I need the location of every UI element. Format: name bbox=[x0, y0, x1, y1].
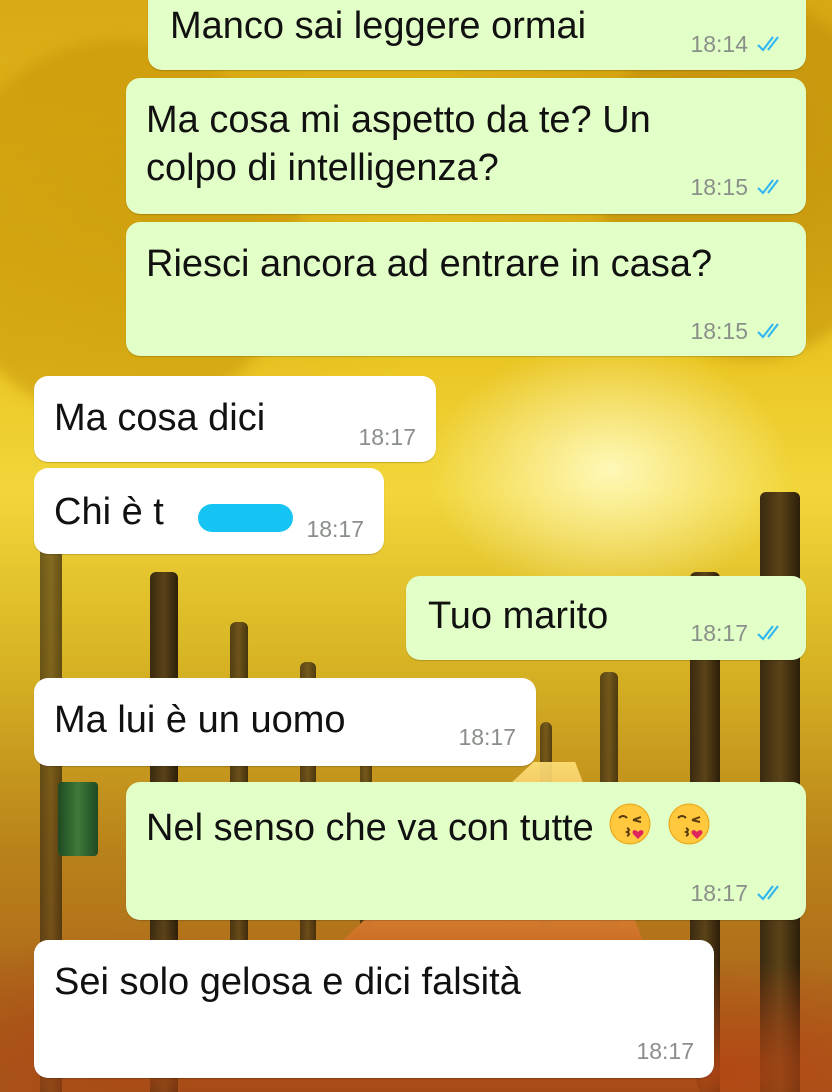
kissing-face-icon bbox=[668, 803, 710, 845]
message-text-line: Ma cosa mi aspetto da te? Un bbox=[146, 99, 651, 141]
message-time: 18:17 bbox=[690, 880, 748, 906]
message-time: 18:17 bbox=[458, 724, 516, 750]
kissing-face-icon bbox=[609, 803, 651, 845]
message-text-line: colpo di intelligenza? bbox=[146, 147, 499, 189]
message-text: Chi è t bbox=[54, 491, 164, 533]
chat-message-list[interactable]: Manco sai leggere ormai 18:14 Ma cosa mi… bbox=[0, 0, 832, 1092]
message-bubble-incoming[interactable]: Sei solo gelosa e dici falsità 18:17 bbox=[34, 940, 714, 1078]
message-bubble-outgoing[interactable]: Tuo marito 18:17 bbox=[406, 576, 806, 660]
message-text-content: Nel senso che va con tutte bbox=[146, 807, 594, 849]
message-meta: 18:17 bbox=[636, 1038, 694, 1064]
message-bubble-incoming[interactable]: Chi è t 18:17 bbox=[34, 468, 384, 554]
message-text: Ma cosa dici bbox=[54, 397, 266, 439]
message-time: 18:17 bbox=[690, 620, 748, 646]
redaction-mark bbox=[198, 504, 293, 532]
message-time: 18:14 bbox=[690, 31, 748, 57]
message-bubble-outgoing[interactable]: Riesci ancora ad entrare in casa? 18:15 bbox=[126, 222, 806, 356]
message-meta: 18:17 bbox=[358, 424, 416, 450]
message-meta: 18:17 bbox=[458, 724, 516, 750]
double-check-read-icon bbox=[757, 323, 779, 339]
double-check-read-icon bbox=[757, 179, 779, 195]
double-check-read-icon bbox=[757, 885, 779, 901]
double-check-read-icon bbox=[757, 625, 779, 641]
message-time: 18:17 bbox=[636, 1038, 694, 1064]
message-time: 18:15 bbox=[690, 318, 748, 344]
message-time: 18:15 bbox=[690, 174, 748, 200]
message-bubble-outgoing[interactable]: Ma cosa mi aspetto da te? Un colpo di in… bbox=[126, 78, 806, 214]
message-text: Manco sai leggere ormai bbox=[170, 5, 587, 47]
message-text: Tuo marito bbox=[428, 595, 609, 637]
message-bubble-outgoing[interactable]: Manco sai leggere ormai 18:14 bbox=[148, 0, 806, 70]
message-time: 18:17 bbox=[358, 424, 416, 450]
message-bubble-outgoing[interactable]: Nel senso che va con tutte 18:17 bbox=[126, 782, 806, 920]
message-text: Nel senso che va con tutte bbox=[146, 802, 711, 852]
message-meta: 18:17 bbox=[690, 620, 788, 646]
message-meta: 18:17 bbox=[690, 880, 788, 906]
message-meta: 18:17 bbox=[306, 516, 364, 542]
message-text: Riesci ancora ad entrare in casa? bbox=[146, 243, 713, 285]
message-meta: 18:15 bbox=[690, 174, 788, 200]
message-text: Sei solo gelosa e dici falsità bbox=[54, 961, 521, 1003]
message-bubble-incoming[interactable]: Ma lui è un uomo 18:17 bbox=[34, 678, 536, 766]
message-meta: 18:14 bbox=[690, 31, 788, 57]
message-time: 18:17 bbox=[306, 516, 364, 542]
message-bubble-incoming[interactable]: Ma cosa dici 18:17 bbox=[34, 376, 436, 462]
message-text: Ma lui è un uomo bbox=[54, 699, 346, 741]
double-check-read-icon bbox=[757, 36, 779, 52]
message-meta: 18:15 bbox=[690, 318, 788, 344]
